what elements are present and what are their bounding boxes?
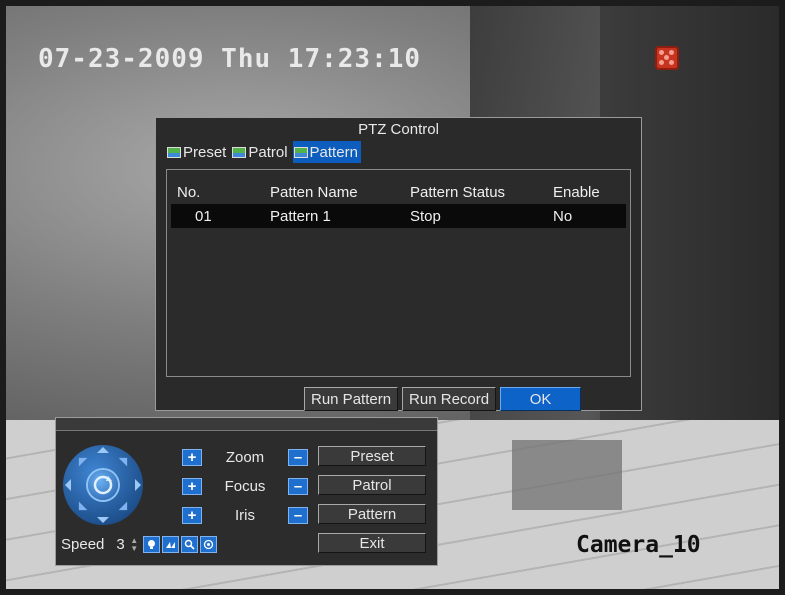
run-record-button[interactable]: Run Record [402, 387, 497, 411]
zoom-control: + Zoom – [182, 449, 308, 466]
table-header: No. Patten Name Pattern Status Enable [171, 180, 626, 204]
exit-button[interactable]: Exit [318, 533, 426, 553]
tab-pattern[interactable]: Pattern [292, 141, 361, 163]
tab-preset[interactable]: Preset [166, 141, 229, 163]
column-header-no: No. [177, 183, 201, 201]
arrow-left-icon[interactable] [65, 479, 71, 491]
direction-pad[interactable] [63, 445, 143, 525]
iris-open-button[interactable]: + [182, 507, 202, 524]
arrow-up-right-icon[interactable] [118, 453, 132, 467]
zoom-in-button[interactable]: + [182, 449, 202, 466]
zoom-out-button[interactable]: – [288, 449, 308, 466]
arrow-up-left-icon[interactable] [74, 453, 88, 467]
tab-label: Preset [183, 143, 227, 161]
zoom-label: Zoom [225, 449, 265, 466]
ptz-control-dialog: PTZ Control Preset Patrol Pattern No. Pa… [155, 117, 642, 411]
arrow-right-icon[interactable] [135, 479, 141, 491]
image-icon [293, 146, 308, 158]
arrow-up-icon[interactable] [97, 447, 109, 453]
arrow-down-left-icon[interactable] [74, 501, 88, 515]
iris-control: + Iris – [182, 507, 308, 524]
dialog-buttons: Run Pattern Run Record OK [304, 387, 582, 411]
panel-title-bar [56, 418, 437, 431]
cell-no: 01 [195, 207, 212, 225]
cell-name: Pattern 1 [270, 207, 331, 225]
record-indicator-icon [655, 46, 679, 70]
zoom-area-icon[interactable] [180, 536, 198, 553]
cell-status: Stop [410, 207, 441, 225]
tab-label: Pattern [309, 143, 358, 161]
ptz-control-panel: + Zoom – + Focus – + Iris – Preset Patro… [55, 417, 438, 566]
auto-rotate-icon[interactable] [88, 470, 118, 500]
focus-near-button[interactable]: + [182, 478, 202, 495]
image-icon [232, 146, 247, 158]
table-row[interactable]: 01 Pattern 1 Stop No [171, 204, 626, 228]
iris-label: Iris [235, 507, 255, 524]
ok-button[interactable]: OK [500, 387, 582, 411]
light-icon[interactable] [142, 536, 160, 553]
pattern-button[interactable]: Pattern [318, 504, 426, 524]
timestamp-overlay: 07-23-2009 Thu 17:23:10 [38, 44, 422, 74]
pattern-table: No. Patten Name Pattern Status Enable 01… [166, 169, 631, 377]
camera-name-overlay: Camera_10 [576, 532, 701, 558]
column-header-name: Patten Name [270, 183, 358, 201]
column-header-enable: Enable [553, 183, 600, 201]
cell-enable: No [553, 207, 573, 225]
dialog-title: PTZ Control [358, 121, 439, 138]
speed-control: Speed 3 ▲ ▼ [61, 536, 217, 553]
speed-stepper-icon[interactable]: ▲ ▼ [128, 536, 141, 553]
tab-label: Patrol [248, 143, 288, 161]
speed-value[interactable]: 3 [116, 536, 124, 553]
arrow-down-right-icon[interactable] [118, 501, 132, 515]
wiper-icon[interactable] [161, 536, 179, 553]
focus-far-button[interactable]: – [288, 478, 308, 495]
focus-label: Focus [224, 478, 266, 495]
column-header-status: Pattern Status [410, 183, 506, 201]
run-pattern-button[interactable]: Run Pattern [304, 387, 399, 411]
arrow-down-icon[interactable] [97, 517, 109, 523]
preset-button[interactable]: Preset [318, 446, 426, 466]
auto-scan-icon[interactable] [199, 536, 217, 553]
iris-close-button[interactable]: – [288, 507, 308, 524]
camera-view: 07-23-2009 Thu 17:23:10 Camera_10 PTZ Co… [0, 0, 785, 595]
patrol-button[interactable]: Patrol [318, 475, 426, 495]
tab-patrol[interactable]: Patrol [231, 141, 290, 163]
focus-control: + Focus – [182, 478, 308, 495]
image-icon [167, 146, 181, 158]
video-background-object [512, 440, 622, 510]
speed-label: Speed [61, 536, 105, 553]
tab-bar: Preset Patrol Pattern [166, 141, 361, 163]
